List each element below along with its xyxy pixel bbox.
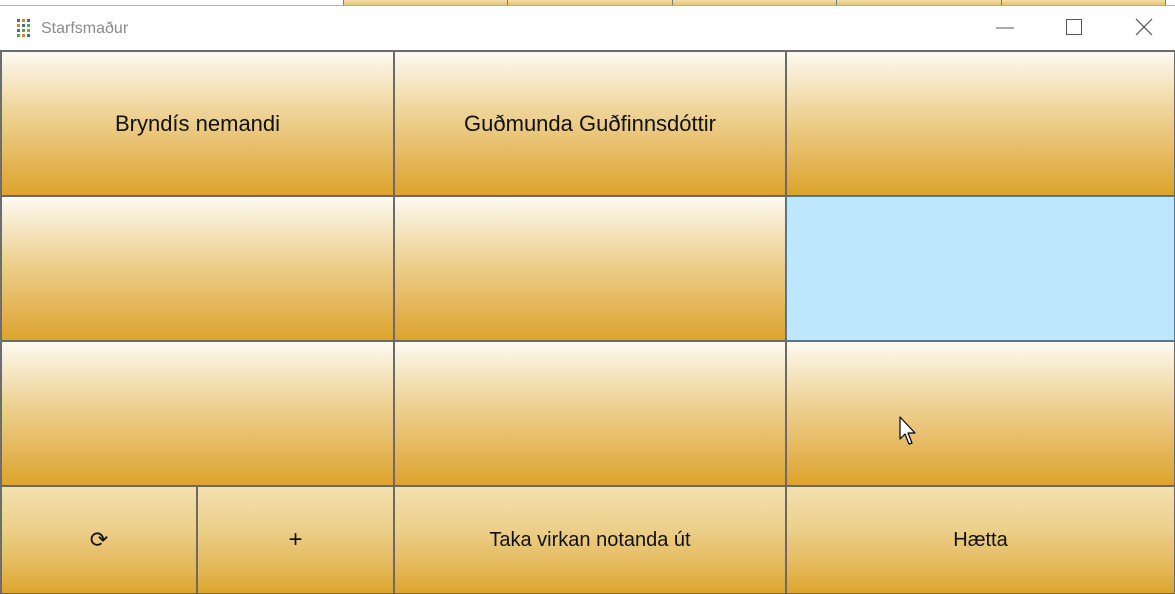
app-window: Starfsmaður Bryndís nemandi Guðmunda Guð… bbox=[0, 5, 1175, 594]
user-label: Bryndís nemandi bbox=[114, 110, 281, 136]
minimize-icon bbox=[996, 27, 1014, 29]
user-button-5[interactable] bbox=[394, 196, 786, 341]
add-user-button[interactable]: + bbox=[197, 486, 394, 594]
quit-button[interactable]: Hætta bbox=[786, 486, 1175, 594]
minimize-button[interactable] bbox=[982, 6, 1028, 50]
title-bar[interactable]: Starfsmaður bbox=[0, 6, 1175, 51]
user-button-3[interactable] bbox=[786, 51, 1175, 196]
user-label: Guðmunda Guðfinnsdóttir bbox=[464, 110, 716, 136]
user-button-8[interactable] bbox=[394, 341, 786, 486]
user-button-9[interactable] bbox=[786, 341, 1175, 486]
mouse-cursor-icon bbox=[899, 416, 916, 445]
refresh-icon: ⟳ bbox=[89, 527, 109, 552]
user-button-7[interactable] bbox=[1, 341, 394, 486]
refresh-button[interactable]: ⟳ bbox=[1, 486, 197, 594]
logout-active-user-button[interactable]: Taka virkan notanda út bbox=[394, 486, 786, 594]
close-icon bbox=[1135, 18, 1153, 36]
user-button-1[interactable]: Bryndís nemandi bbox=[1, 51, 394, 196]
add-label: + bbox=[288, 526, 303, 553]
user-button-2[interactable]: Guðmunda Guðfinnsdóttir bbox=[394, 51, 786, 196]
user-button-6-selected[interactable] bbox=[786, 196, 1175, 341]
user-grid: Bryndís nemandi Guðmunda Guðfinnsdóttir bbox=[0, 50, 1175, 594]
logout-label: Taka virkan notanda út bbox=[489, 528, 691, 551]
close-button[interactable] bbox=[1121, 6, 1167, 50]
maximize-button[interactable] bbox=[1051, 6, 1097, 50]
quit-label: Hætta bbox=[953, 528, 1008, 551]
maximize-icon bbox=[1066, 19, 1082, 35]
user-button-4[interactable] bbox=[1, 196, 394, 341]
grid-app-icon bbox=[17, 19, 30, 37]
window-title: Starfsmaður bbox=[41, 20, 129, 37]
